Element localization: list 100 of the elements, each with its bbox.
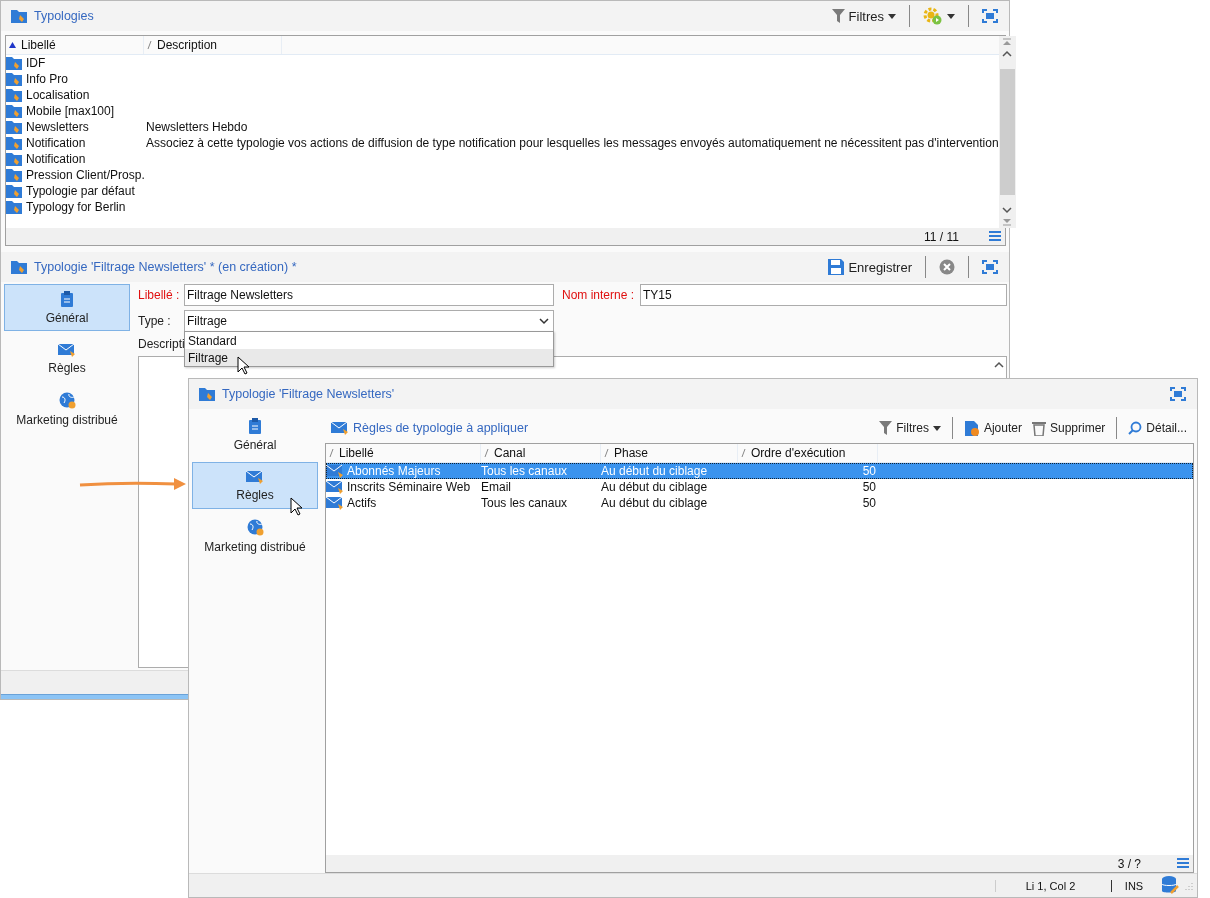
- libelle-field[interactable]: Filtrage Newsletters: [184, 284, 554, 306]
- dropdown-option[interactable]: Filtrage: [185, 349, 553, 366]
- caret-icon: [932, 425, 941, 431]
- toolbar-button[interactable]: Détail...: [1125, 419, 1190, 437]
- column-header[interactable]: Canal: [481, 444, 601, 462]
- record-count: 3 / ?: [1117, 856, 1141, 871]
- sidebar-tab[interactable]: Marketing distribué: [4, 386, 130, 433]
- window-title: Typologie 'Filtrage Newsletters': [222, 387, 395, 401]
- sort-icon: [147, 41, 152, 49]
- table-cell: Newsletters: [26, 120, 89, 134]
- table-cell-text: Tous les canaux: [481, 464, 569, 478]
- table-cell: Typologie par défaut: [26, 184, 135, 198]
- column-header[interactable]: Description: [144, 36, 282, 54]
- table-cell: Inscrits Séminaire Web: [347, 480, 471, 494]
- folder-icon: [6, 199, 23, 215]
- folder-icon: [6, 71, 23, 87]
- folder-icon: [11, 259, 28, 275]
- table-cell-text: 50: [861, 496, 877, 510]
- folder-icon: [199, 386, 216, 402]
- maximize-button[interactable]: [1167, 385, 1189, 403]
- toolbar-button[interactable]: Filtres: [876, 419, 944, 437]
- scrollbar[interactable]: [998, 36, 1016, 228]
- maximize-button[interactable]: [979, 7, 1001, 25]
- maximize-button[interactable]: [979, 258, 1001, 276]
- cursor-icon: [290, 497, 303, 517]
- folder-icon: [6, 55, 23, 71]
- table-cell-text: Au début du ciblage: [601, 464, 709, 478]
- maximize-icon: [982, 9, 998, 23]
- toolbar-button[interactable]: Ajouter: [960, 417, 1025, 439]
- field-label: Nom interne :: [562, 288, 634, 302]
- globe-icon: [246, 519, 264, 536]
- record-count: 11 / 11: [924, 229, 959, 244]
- resize-grip-icon: [1185, 881, 1193, 890]
- folder-icon: [6, 135, 23, 151]
- insert-mode: INS: [1111, 879, 1156, 892]
- sidebar-tab[interactable]: Marketing distribué: [192, 513, 318, 560]
- close-icon: [939, 259, 955, 275]
- floppy-icon: [828, 259, 845, 275]
- dropdown-option[interactable]: Standard: [185, 332, 553, 349]
- folder-icon: [6, 87, 23, 103]
- caret-icon: [888, 13, 896, 19]
- folder-icon: [11, 8, 28, 24]
- maximize-icon: [1170, 387, 1186, 401]
- table-cell: Notification: [26, 152, 86, 166]
- table-row[interactable]: Inscrits Séminaire Web Email Au début du ciblage 50: [326, 479, 1193, 495]
- folder-icon: [6, 119, 23, 135]
- sidebar-tab[interactable]: Général: [4, 284, 130, 331]
- gear-icon: [923, 7, 943, 25]
- filter-icon: [879, 421, 893, 435]
- table-cell: Abonnés Majeurs: [347, 464, 441, 478]
- trash-icon: [1031, 420, 1046, 436]
- sidebar-tab[interactable]: Règles: [4, 335, 130, 382]
- cursor-position: Li 1, Col 2: [995, 879, 1105, 892]
- caret-icon: [947, 13, 955, 19]
- table-cell-text: 50: [861, 480, 877, 494]
- scroll-up-icon: [1002, 50, 1013, 57]
- column-header[interactable]: Ordre d'exécution: [738, 444, 878, 462]
- table-cell: Typology for Berlin: [26, 200, 126, 214]
- panel-title: Typologies: [34, 9, 94, 23]
- filters-button[interactable]: Filtres: [828, 6, 899, 26]
- scroll-thumb[interactable]: [999, 69, 1015, 195]
- table-cell: Mobile [max100]: [26, 104, 115, 118]
- folder-icon: [6, 167, 23, 183]
- globe-icon: [58, 392, 76, 409]
- folder-icon: [6, 183, 23, 199]
- table-cell: Info Pro: [26, 72, 69, 86]
- table-cell: Pression Client/Prosp.: [26, 168, 145, 182]
- folder-icon: [6, 151, 23, 167]
- internal-name-field[interactable]: TY15: [640, 284, 1007, 306]
- table-cell-text: Tous les canaux: [481, 496, 569, 510]
- table-cell: Notification: [26, 136, 86, 150]
- field-label: Type :: [138, 314, 172, 328]
- sidebar-tab[interactable]: Règles: [192, 462, 318, 509]
- column-header[interactable]: Phase: [601, 444, 738, 462]
- filter-icon: [831, 9, 845, 23]
- table-cell: Actifs: [347, 496, 377, 510]
- clipboard-icon: [60, 290, 74, 307]
- type-select[interactable]: Filtrage: [184, 310, 554, 332]
- table-cell: IDF: [26, 56, 46, 70]
- envelope-icon: [331, 421, 349, 435]
- table-cell-text: 50: [861, 464, 877, 478]
- search-icon: [1128, 421, 1143, 435]
- table-cell-text: Email: [481, 480, 512, 494]
- menu-icon: [1177, 858, 1189, 869]
- sidebar-tab[interactable]: Général: [192, 411, 318, 458]
- form-title: Typologie 'Filtrage Newsletters' * (en création) *: [34, 260, 297, 274]
- panel-title: Règles de typologie à appliquer: [353, 421, 529, 435]
- column-header[interactable]: Libellé: [326, 444, 481, 462]
- table-cell-text: Au début du ciblage: [601, 480, 709, 494]
- table-cell: Localisation: [26, 88, 90, 102]
- maximize-icon: [982, 260, 998, 274]
- database-icon: [1162, 876, 1179, 895]
- sort-icon: [484, 449, 489, 457]
- toolbar-button[interactable]: Supprimer: [1028, 418, 1109, 438]
- save-button[interactable]: Enregistrer: [825, 257, 915, 277]
- sort-icon: [741, 449, 746, 457]
- sort-ascending-icon: [9, 42, 16, 48]
- table-cell: Newsletters Hebdo: [146, 120, 248, 134]
- table-row[interactable]: Actifs Tous les canaux Au début du ciblage 50: [326, 495, 1193, 511]
- column-header[interactable]: Libellé: [6, 36, 144, 54]
